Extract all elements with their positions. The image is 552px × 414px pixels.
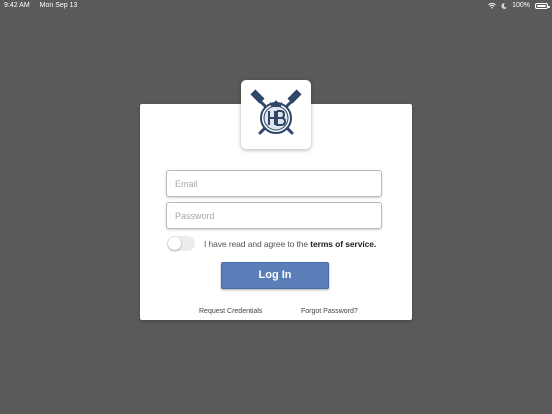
request-credentials-link[interactable]: Request Credentials: [199, 308, 262, 315]
toggle-knob: [168, 237, 181, 250]
status-left: 9:42 AM Mon Sep 13: [4, 0, 85, 12]
status-right: 100%: [488, 0, 550, 12]
battery-icon: [535, 3, 550, 9]
terms-text: I have read and agree to the terms of se…: [204, 239, 376, 249]
moon-icon: [501, 2, 508, 9]
forgot-password-link[interactable]: Forgot Password?: [301, 308, 358, 315]
login-button[interactable]: Log In: [221, 262, 329, 289]
email-field[interactable]: [166, 170, 382, 197]
status-date: Mon Sep 13: [39, 2, 78, 9]
logo-box: [241, 80, 311, 149]
battery-percent: 100%: [512, 2, 530, 9]
password-field[interactable]: [166, 202, 382, 229]
wifi-icon: [488, 3, 496, 9]
terms-of-service-link[interactable]: terms of service.: [310, 239, 376, 249]
terms-prefix: I have read and agree to the: [204, 239, 311, 249]
status-time: 9:42 AM: [4, 2, 30, 9]
terms-toggle[interactable]: [167, 236, 195, 251]
hb-crossed-hammers-crest-icon: [250, 88, 302, 134]
status-bar: 9:42 AM Mon Sep 13 100%: [0, 0, 552, 12]
